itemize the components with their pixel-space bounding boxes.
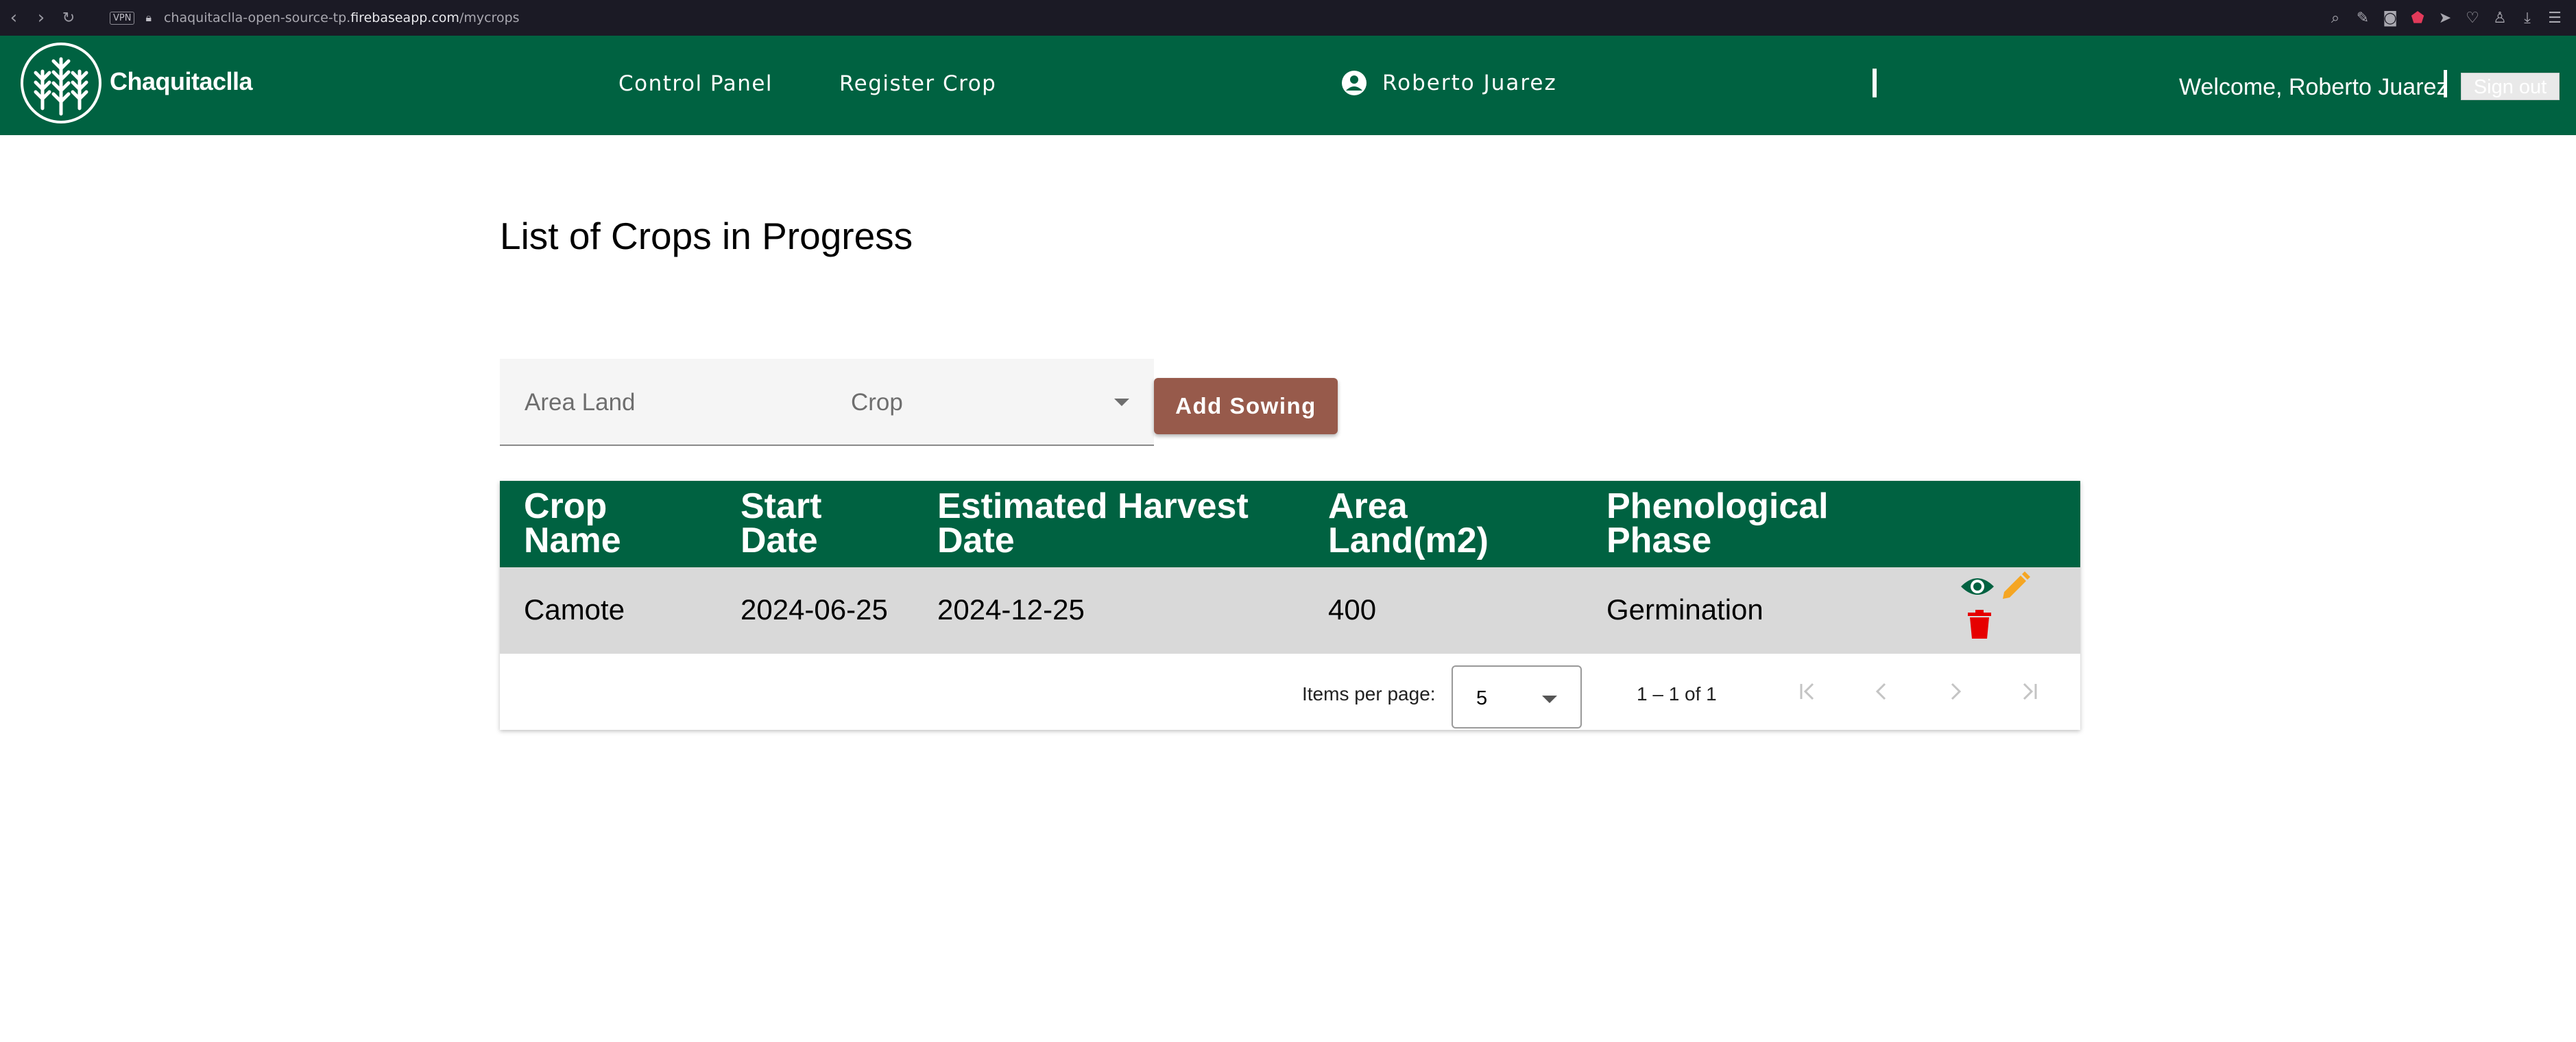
- edit-pencil-icon[interactable]: [2000, 571, 2030, 602]
- page-title: List of Crops in Progress: [500, 215, 913, 257]
- browser-extensions: ⌕ ✎ ◙ ⬟ ➤ ♡ ♙ ⤓ ☰: [2328, 0, 2562, 36]
- user-profile-link[interactable]: Roberto Juarez: [1341, 70, 1557, 96]
- heart-icon[interactable]: ♡: [2465, 10, 2480, 27]
- next-page-icon[interactable]: [1938, 674, 1973, 709]
- column-header-phenological-phase: Phenological Phase: [1606, 486, 1829, 560]
- paginator: Items per page: 5 1 – 1 of 1: [500, 654, 2080, 730]
- cell-area-land: 400: [1328, 593, 1377, 626]
- sign-out-button[interactable]: Sign out: [2461, 73, 2560, 100]
- header-divider: [2444, 70, 2447, 97]
- welcome-text: Welcome, Roberto Juarez: [2179, 74, 2448, 100]
- edit-icon[interactable]: ✎: [2355, 10, 2370, 27]
- page-size-value: 5: [1476, 687, 1488, 709]
- page-range-label: 1 – 1 of 1: [1637, 683, 1717, 704]
- items-per-page-label: Items per page:: [1302, 683, 1436, 704]
- cell-harvest-date: 2024-12-25: [937, 593, 1085, 626]
- app-logo-text[interactable]: Chaquitaclla: [110, 67, 253, 96]
- nav-register-crop[interactable]: Register Crop: [839, 71, 996, 96]
- cell-crop-name: Camote: [524, 593, 625, 626]
- cell-start-date: 2024-06-25: [741, 593, 888, 626]
- vpn-badge[interactable]: VPN: [110, 11, 135, 25]
- table-header-row: Crop Name Start Date Estimated Harvest Date…: [500, 481, 2080, 567]
- dropdown-arrow-icon: [1114, 399, 1129, 406]
- reload-icon[interactable]: ↻: [55, 10, 82, 27]
- dropdown-arrow-icon: [1542, 696, 1557, 703]
- area-land-input[interactable]: Area Land: [500, 359, 826, 446]
- first-page-icon[interactable]: [1790, 674, 1825, 709]
- column-header-area-land: Area Land(m2): [1328, 486, 1489, 560]
- last-page-icon[interactable]: [2012, 674, 2047, 709]
- back-icon[interactable]: ‹: [0, 8, 27, 28]
- address-bar[interactable]: chaquitaclla-open-source-tp.firebaseapp.…: [164, 10, 520, 25]
- wheat-logo-icon[interactable]: [21, 43, 101, 123]
- forward-icon[interactable]: ›: [27, 8, 55, 28]
- page-size-select[interactable]: 5: [1452, 665, 1582, 729]
- column-header-crop-name: Crop Name: [524, 486, 621, 560]
- shield-icon[interactable]: ⬟: [2410, 10, 2425, 27]
- area-land-placeholder: Area Land: [525, 389, 636, 416]
- user-name: Roberto Juarez: [1382, 71, 1557, 95]
- header-divider: [1873, 69, 1877, 97]
- table-row: Camote 2024-06-25 2024-12-25 400 Germina…: [500, 567, 2080, 654]
- browser-toolbar: ‹ › ↻ VPN 🔒︎ chaquitaclla-open-source-tp…: [0, 0, 2576, 36]
- menu-icon[interactable]: ☰: [2547, 10, 2562, 27]
- add-sowing-button[interactable]: Add Sowing: [1154, 378, 1338, 434]
- send-icon[interactable]: ➤: [2437, 10, 2453, 27]
- column-header-start-date: Start Date: [741, 486, 822, 560]
- previous-page-icon[interactable]: [1864, 674, 1899, 709]
- camera-icon[interactable]: ◙: [2383, 10, 2398, 27]
- lock-icon: 🔒︎: [145, 11, 152, 24]
- column-header-harvest-date: Estimated Harvest Date: [937, 486, 1249, 560]
- profile-icon[interactable]: ♙: [2492, 10, 2507, 27]
- download-icon[interactable]: ⤓: [2520, 10, 2535, 27]
- delete-trash-icon[interactable]: [1968, 610, 1991, 639]
- cell-phenological-phase: Germination: [1606, 593, 1764, 626]
- crops-table: Crop Name Start Date Estimated Harvest Date…: [500, 481, 2080, 730]
- crop-select-placeholder: Crop: [851, 389, 903, 416]
- account-circle-icon: [1342, 71, 1367, 95]
- app-header: Chaquitaclla Control Panel Register Crop…: [0, 36, 2576, 135]
- nav-control-panel[interactable]: Control Panel: [618, 71, 773, 96]
- search-icon[interactable]: ⌕: [2328, 10, 2343, 27]
- crop-select[interactable]: Crop: [826, 359, 1154, 446]
- view-eye-icon[interactable]: [1960, 574, 1995, 599]
